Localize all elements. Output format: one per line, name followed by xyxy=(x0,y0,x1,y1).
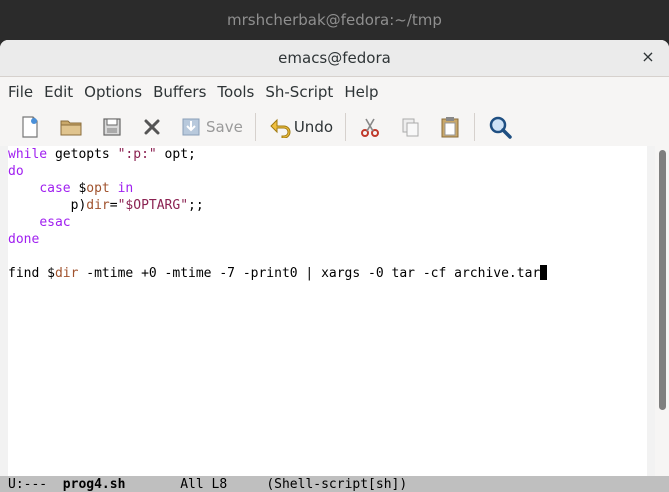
search-button[interactable] xyxy=(479,111,521,143)
copy-icon xyxy=(402,118,419,137)
undo-button[interactable]: Undo xyxy=(260,111,341,143)
window-titlebar: emacs@fedora × xyxy=(0,40,669,77)
disk-icon xyxy=(103,118,121,136)
paste-icon xyxy=(441,117,459,138)
code-line: p)dir="$OPTARG";; xyxy=(8,198,204,213)
open-file-button[interactable] xyxy=(50,111,92,143)
code-line: esac xyxy=(39,215,71,230)
toolbar: Save Undo xyxy=(0,107,669,148)
cut-button[interactable] xyxy=(350,111,390,143)
close-x-icon xyxy=(144,119,160,135)
menu-edit[interactable]: Edit xyxy=(40,83,80,101)
menu-tools[interactable]: Tools xyxy=(213,83,261,101)
save-label: Save xyxy=(206,118,243,136)
search-icon xyxy=(489,116,512,139)
toolbar-separator xyxy=(345,113,347,141)
vertical-scrollbar[interactable] xyxy=(655,146,669,476)
kill-buffer-button[interactable] xyxy=(132,111,172,143)
code-area[interactable]: while getopts ":p:" opt; do case $opt in… xyxy=(8,146,548,282)
toolbar-separator xyxy=(254,113,256,141)
terminal-title: mrshcherbak@fedora:~/tmp xyxy=(0,0,669,40)
scrollbar-thumb[interactable] xyxy=(659,150,666,410)
code-line: case $opt in xyxy=(39,181,134,196)
mode-line: U:--- prog4.sh All L8 (Shell-script[sh]) xyxy=(0,476,669,492)
left-fringe xyxy=(0,146,8,476)
code-line: do xyxy=(8,164,24,179)
undo-label: Undo xyxy=(293,118,334,136)
dired-button[interactable] xyxy=(92,111,132,143)
menubar: File Edit Options Buffers Tools Sh-Scrip… xyxy=(0,77,669,107)
open-folder-icon xyxy=(60,120,82,136)
modeline-position: All L8 xyxy=(125,477,267,492)
editor-buffer[interactable]: while getopts ":p:" opt; do case $opt in… xyxy=(0,146,655,476)
code-line: while getopts ":p:" opt; xyxy=(8,147,196,162)
code-line: find $dir -mtime +0 -mtime -7 -print0 | … xyxy=(8,265,548,282)
right-fringe xyxy=(647,146,655,476)
save-icon xyxy=(182,118,200,136)
menu-file[interactable]: File xyxy=(4,83,40,101)
scissors-icon xyxy=(361,118,380,137)
modeline-buffer-name[interactable]: prog4.sh xyxy=(63,477,126,492)
window-title: emacs@fedora xyxy=(278,49,391,67)
menu-buffers[interactable]: Buffers xyxy=(149,83,213,101)
modeline-major-mode[interactable]: (Shell-script[sh]) xyxy=(266,477,407,492)
menu-help[interactable]: Help xyxy=(340,83,385,101)
undo-icon xyxy=(270,118,291,138)
paste-button[interactable] xyxy=(430,111,470,143)
code-line: done xyxy=(8,232,40,247)
menu-options[interactable]: Options xyxy=(80,83,149,101)
modeline-status: U:--- xyxy=(8,477,63,492)
toolbar-separator xyxy=(474,113,476,141)
close-window-icon[interactable]: × xyxy=(639,48,657,66)
new-file-icon xyxy=(22,116,38,138)
menu-sh-script[interactable]: Sh-Script xyxy=(261,83,340,101)
new-file-button[interactable] xyxy=(10,111,50,143)
text-cursor xyxy=(540,265,548,280)
emacs-window: emacs@fedora × File Edit Options Buffers… xyxy=(0,40,669,492)
save-button[interactable]: Save xyxy=(172,111,251,143)
copy-button[interactable] xyxy=(390,111,430,143)
